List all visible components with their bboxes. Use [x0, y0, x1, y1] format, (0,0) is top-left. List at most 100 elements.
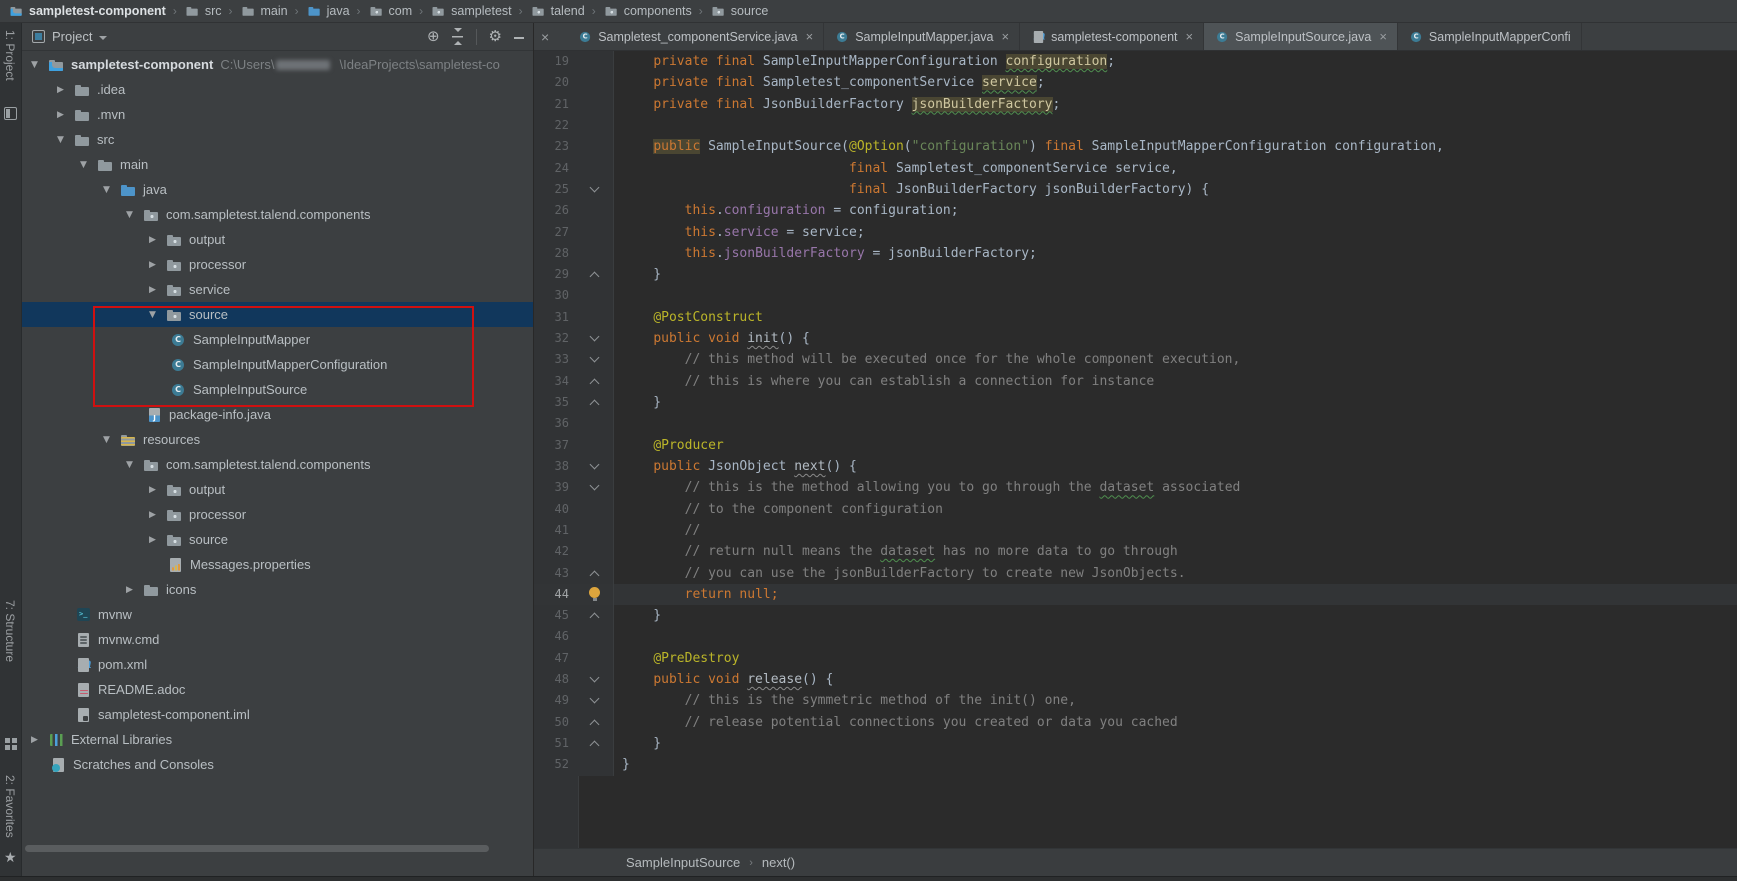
favorites-star-icon[interactable]: ★: [4, 851, 17, 864]
code-line-51[interactable]: 51 }: [534, 733, 1737, 754]
line-number[interactable]: 31: [534, 307, 578, 328]
tree-expand-arrow-icon[interactable]: ▼: [54, 135, 74, 145]
tree-collapse-arrow-icon[interactable]: ▶: [123, 585, 143, 595]
code-line-45[interactable]: 45 }: [534, 605, 1737, 626]
editor-breadcrumb-item[interactable]: next(): [762, 855, 795, 870]
editor-tab-sampleinputmapperconfi[interactable]: SampleInputMapperConfi: [1398, 23, 1582, 50]
tree-item-resources[interactable]: ▼resources: [22, 427, 533, 452]
fold-end-icon[interactable]: [590, 741, 600, 751]
tree-collapse-arrow-icon[interactable]: ▶: [146, 260, 166, 270]
breadcrumb-item[interactable]: java: [304, 3, 352, 19]
breadcrumb-item[interactable]: com: [366, 3, 415, 19]
tree-item-sampletest-component-iml[interactable]: sampletest-component.iml: [22, 702, 533, 727]
line-number[interactable]: 33: [534, 349, 578, 370]
tree-collapse-arrow-icon[interactable]: ▶: [146, 485, 166, 495]
code-line-25[interactable]: 25 final JsonBuilderFactory jsonBuilderF…: [534, 179, 1737, 200]
breadcrumb-item[interactable]: main: [238, 3, 290, 19]
line-number[interactable]: 51: [534, 733, 578, 754]
tree-collapse-arrow-icon[interactable]: ▶: [54, 110, 74, 120]
breadcrumb-item[interactable]: sampletest: [428, 3, 513, 19]
line-number[interactable]: 26: [534, 200, 578, 221]
code-editor[interactable]: 19 private final SampleInputMapperConfig…: [534, 51, 1737, 848]
fold-expanded-icon[interactable]: [590, 673, 600, 683]
tree-item-readme-adoc[interactable]: README.adoc: [22, 677, 533, 702]
tree-expand-arrow-icon[interactable]: ▼: [100, 185, 120, 195]
code-line-30[interactable]: 30: [534, 285, 1737, 306]
code-line-29[interactable]: 29 }: [534, 264, 1737, 285]
line-number[interactable]: 43: [534, 563, 578, 584]
fold-end-icon[interactable]: [590, 719, 600, 729]
tree-item-scratches-and-consoles[interactable]: Scratches and Consoles: [22, 752, 533, 777]
tree-expand-arrow-icon[interactable]: ▼: [146, 310, 166, 320]
tree-item-com-sampletest-talend-components[interactable]: ▼com.sampletest.talend.components: [22, 452, 533, 477]
code-line-39[interactable]: 39 // this is the method allowing you to…: [534, 477, 1737, 498]
line-number[interactable]: 41: [534, 520, 578, 541]
line-number[interactable]: 24: [534, 158, 578, 179]
close-tab-icon[interactable]: ×: [1379, 29, 1387, 44]
line-number[interactable]: 30: [534, 285, 578, 306]
line-number[interactable]: 22: [534, 115, 578, 136]
code-line-47[interactable]: 47 @PreDestroy: [534, 648, 1737, 669]
grid-icon[interactable]: [4, 737, 17, 750]
collapse-all-icon[interactable]: [452, 30, 464, 43]
line-number[interactable]: 50: [534, 712, 578, 733]
tree-collapse-arrow-icon[interactable]: ▶: [146, 285, 166, 295]
tree-item-processor[interactable]: ▶processor: [22, 252, 533, 277]
line-number[interactable]: 40: [534, 499, 578, 520]
line-number[interactable]: 34: [534, 371, 578, 392]
tree-item-package-info-java[interactable]: package-info.java: [22, 402, 533, 427]
breadcrumb-item[interactable]: components: [601, 3, 694, 19]
tree-collapse-arrow-icon[interactable]: ▶: [54, 85, 74, 95]
fold-expanded-icon[interactable]: [590, 353, 600, 363]
tree-item-source[interactable]: ▶source: [22, 527, 533, 552]
intention-bulb-icon[interactable]: [589, 587, 600, 598]
tree-item-output[interactable]: ▶output: [22, 477, 533, 502]
code-line-34[interactable]: 34 // this is where you can establish a …: [534, 371, 1737, 392]
tree-item-sampleinputmapper[interactable]: SampleInputMapper: [22, 327, 533, 352]
line-number[interactable]: 39: [534, 477, 578, 498]
fold-expanded-icon[interactable]: [590, 481, 600, 491]
fold-expanded-icon[interactable]: [590, 182, 600, 192]
line-number[interactable]: 35: [534, 392, 578, 413]
tree-item--mvn[interactable]: ▶.mvn: [22, 102, 533, 127]
tree-item-main[interactable]: ▼main: [22, 152, 533, 177]
chevron-down-icon[interactable]: [99, 36, 107, 40]
code-line-48[interactable]: 48 public void release() {: [534, 669, 1737, 690]
gear-icon[interactable]: ⚙: [489, 29, 502, 44]
code-line-50[interactable]: 50 // release potential connections you …: [534, 712, 1737, 733]
tree-collapse-arrow-icon[interactable]: ▶: [146, 235, 166, 245]
tree-expand-arrow-icon[interactable]: ▼: [28, 60, 48, 70]
code-line-21[interactable]: 21 private final JsonBuilderFactory json…: [534, 94, 1737, 115]
editor-breadcrumb-item[interactable]: SampleInputSource: [626, 855, 740, 870]
tree-expand-arrow-icon[interactable]: ▼: [77, 160, 97, 170]
tree-item--idea[interactable]: ▶.idea: [22, 77, 533, 102]
tree-item-java[interactable]: ▼java: [22, 177, 533, 202]
code-line-35[interactable]: 35 }: [534, 392, 1737, 413]
line-number[interactable]: 42: [534, 541, 578, 562]
code-line-27[interactable]: 27 this.service = service;: [534, 222, 1737, 243]
fold-expanded-icon[interactable]: [590, 332, 600, 342]
line-number[interactable]: 52: [534, 754, 578, 775]
line-number[interactable]: 28: [534, 243, 578, 264]
code-line-23[interactable]: 23 public SampleInputSource(@Option("con…: [534, 136, 1737, 157]
code-line-32[interactable]: 32 public void init() {: [534, 328, 1737, 349]
breadcrumb-item[interactable]: sampletest-component: [6, 3, 168, 19]
tree-item-mvnw-cmd[interactable]: mvnw.cmd: [22, 627, 533, 652]
line-number[interactable]: 38: [534, 456, 578, 477]
line-number[interactable]: 27: [534, 222, 578, 243]
fold-expanded-icon[interactable]: [590, 459, 600, 469]
locate-target-icon[interactable]: ⊕: [427, 29, 440, 44]
editor-tab-sampleinputsource-java[interactable]: SampleInputSource.java×: [1204, 23, 1398, 50]
line-number[interactable]: 49: [534, 690, 578, 711]
line-number[interactable]: 32: [534, 328, 578, 349]
code-line-46[interactable]: 46: [534, 626, 1737, 647]
code-line-49[interactable]: 49 // this is the symmetric method of th…: [534, 690, 1737, 711]
tree-item-mvnw[interactable]: mvnw: [22, 602, 533, 627]
line-number[interactable]: 36: [534, 413, 578, 434]
fold-end-icon[interactable]: [590, 378, 600, 388]
tree-item-com-sampletest-talend-components[interactable]: ▼com.sampletest.talend.components: [22, 202, 533, 227]
line-number[interactable]: 29: [534, 264, 578, 285]
line-number[interactable]: 46: [534, 626, 578, 647]
tree-expand-arrow-icon[interactable]: ▼: [123, 210, 143, 220]
code-line-20[interactable]: 20 private final Sampletest_componentSer…: [534, 72, 1737, 93]
